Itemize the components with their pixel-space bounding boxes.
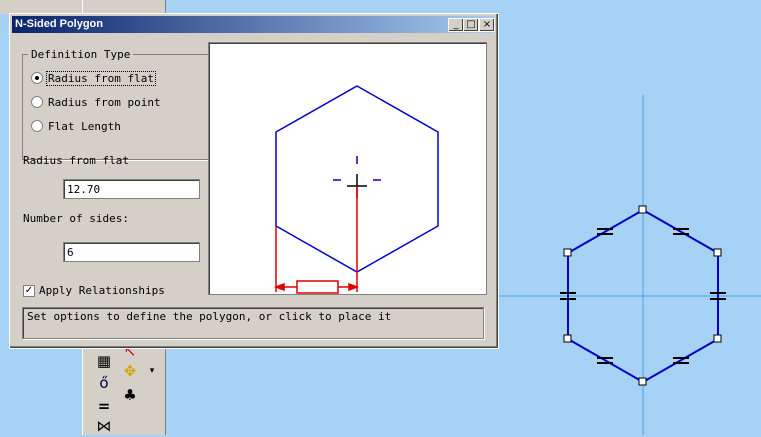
radio-dot[interactable] bbox=[31, 120, 43, 132]
sides-input[interactable]: 6 bbox=[63, 242, 200, 262]
radio-radius-from-point[interactable]: Radius from point bbox=[31, 95, 162, 109]
tangent-icon[interactable]: ő bbox=[93, 372, 115, 394]
radio-label: Radius from point bbox=[48, 95, 161, 109]
n-sided-polygon-dialog: N-Sided Polygon _ □ × Definition Type Ra… bbox=[9, 13, 499, 349]
radio-label: Flat Length bbox=[48, 119, 121, 133]
title-bar[interactable]: N-Sided Polygon _ □ × bbox=[12, 16, 495, 33]
dimension-icon[interactable]: ⋈ bbox=[93, 415, 115, 437]
radius-input[interactable]: 12.70 bbox=[63, 179, 200, 199]
radio-dot[interactable] bbox=[31, 72, 43, 84]
club-icon[interactable]: ♣ bbox=[119, 384, 141, 406]
apply-relationships-label: Apply Relationships bbox=[39, 284, 165, 297]
polygon-preview bbox=[208, 42, 487, 295]
status-text: Set options to define the polygon, or cl… bbox=[27, 310, 392, 323]
status-bar: Set options to define the polygon, or cl… bbox=[22, 307, 484, 339]
definition-type-label: Definition Type bbox=[28, 48, 134, 61]
radius-label: Radius from flat bbox=[23, 154, 129, 167]
dialog-title: N-Sided Polygon bbox=[15, 18, 103, 30]
chevron-down-icon[interactable]: ▾ bbox=[141, 360, 163, 382]
close-button[interactable]: × bbox=[479, 18, 495, 32]
radio-label: Radius from flat bbox=[46, 70, 156, 86]
preview-dimension bbox=[273, 186, 360, 294]
radio-dot[interactable] bbox=[31, 96, 43, 108]
sides-label: Number of sides: bbox=[23, 212, 129, 225]
move-icon[interactable]: ✥ bbox=[119, 360, 141, 382]
minimize-button[interactable]: _ bbox=[448, 18, 464, 32]
symmetric-icon[interactable]: ▦ bbox=[93, 350, 115, 372]
maximize-button[interactable]: □ bbox=[463, 18, 479, 32]
equal-icon[interactable]: = bbox=[93, 395, 115, 417]
radio-radius-from-flat[interactable]: Radius from flat bbox=[31, 70, 156, 86]
radio-flat-length[interactable]: Flat Length bbox=[31, 119, 122, 133]
apply-relationships-checkbox[interactable]: ✓ bbox=[23, 285, 35, 297]
